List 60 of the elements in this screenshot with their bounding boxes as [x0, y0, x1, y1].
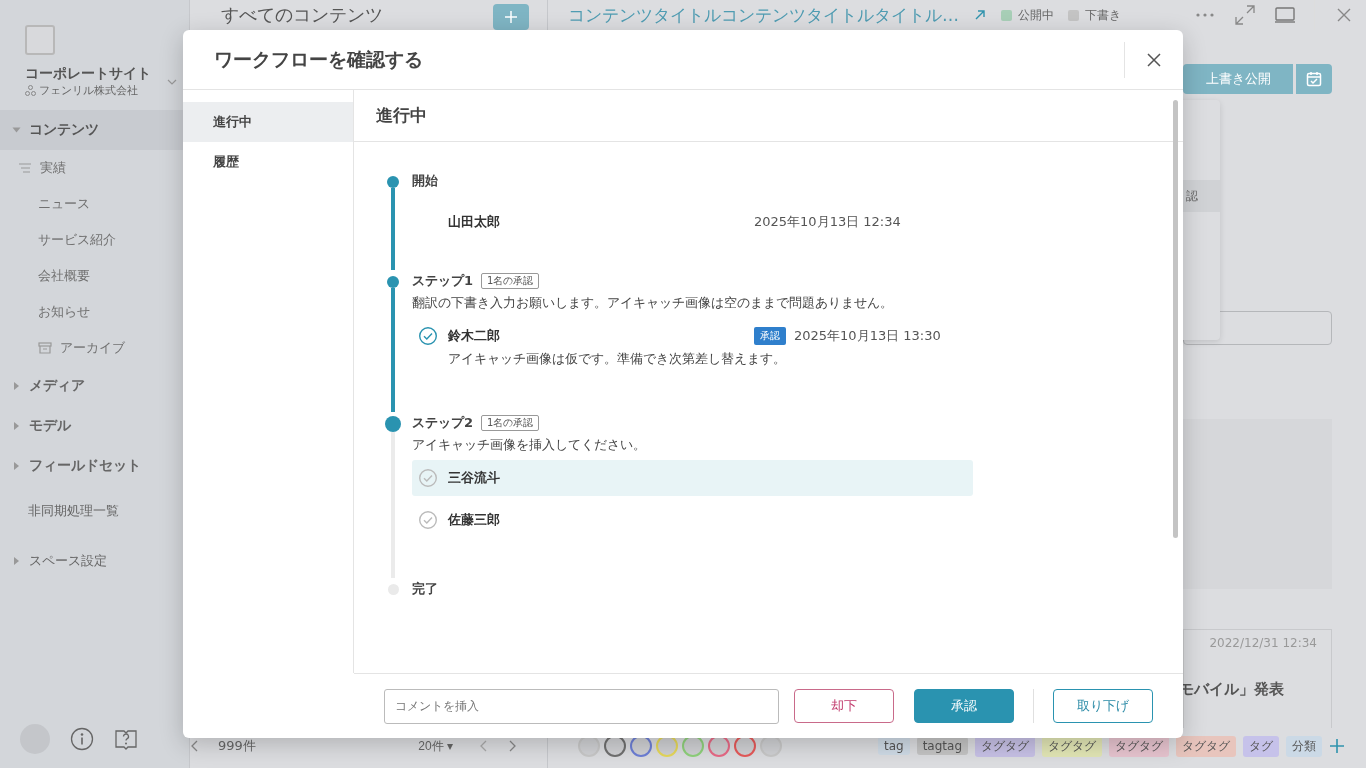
nav-item[interactable]: メディア: [0, 366, 189, 406]
help-book-icon[interactable]: [114, 727, 138, 751]
chevron-left-icon[interactable]: [479, 740, 489, 752]
step-label: ステップ1: [412, 272, 474, 290]
nav-item[interactable]: スペース設定: [0, 536, 189, 586]
expand-icon[interactable]: [1234, 4, 1256, 26]
step-label: ステップ2: [412, 414, 474, 432]
status-label: 公開中: [1018, 6, 1054, 24]
per-page-select[interactable]: 20件 ▾: [412, 736, 459, 756]
approver-comment: アイキャッチ画像は仮です。準備でき次第差し替えます。: [447, 350, 787, 368]
plus-icon[interactable]: [1329, 738, 1345, 754]
site-name[interactable]: コーポレートサイト: [25, 65, 159, 83]
add-button[interactable]: [493, 4, 529, 30]
reject-button[interactable]: 却下: [794, 689, 894, 723]
tab[interactable]: 進行中: [183, 102, 353, 142]
close-icon: [1147, 52, 1161, 67]
approver-name: 三谷流斗: [448, 469, 501, 487]
logo-placeholder: [25, 25, 55, 55]
schedule-button[interactable]: [1296, 64, 1332, 94]
approval-requirement: 1名の承認: [481, 415, 540, 431]
withdraw-button[interactable]: 取り下げ: [1053, 689, 1153, 723]
filter-icon: [18, 161, 32, 175]
tag: タグ: [1243, 735, 1279, 757]
approver-name: 山田太郎: [448, 213, 501, 231]
timestamp: 2025年10月13日 13:30: [794, 327, 941, 345]
step-note: 翻訳の下書き入力お願いします。アイキャッチ画像は空のままで問題ありません。: [412, 294, 894, 312]
scrollbar-thumb[interactable]: [1173, 100, 1178, 538]
publish-button[interactable]: 上書き公開: [1183, 64, 1293, 94]
step-label: 開始: [412, 172, 438, 190]
calendar-check-icon: [1306, 71, 1322, 87]
organization-name: フェンリル株式会社: [39, 83, 138, 98]
step-label: 完了: [412, 580, 438, 598]
organization-icon: [25, 85, 36, 96]
nav-item[interactable]: フィールドセット: [0, 446, 189, 486]
comment-field[interactable]: コメントを挿入: [384, 688, 779, 724]
dialog-title: ワークフローを確認する: [214, 46, 424, 72]
archive-icon: [38, 341, 52, 355]
nav-item[interactable]: 実績: [40, 159, 66, 177]
nav-item[interactable]: モデル: [0, 406, 189, 446]
status-badge: 承認: [754, 327, 786, 345]
info-icon[interactable]: [70, 727, 94, 751]
list-title: すべてのコンテンツ: [221, 4, 383, 26]
approval-requirement: 1名の承認: [481, 273, 540, 289]
plus-icon: [504, 10, 518, 24]
chevron-right-icon[interactable]: [507, 740, 517, 752]
approve-button[interactable]: 承認: [914, 689, 1014, 723]
monitor-icon[interactable]: [1274, 4, 1296, 26]
external-link-icon[interactable]: [973, 8, 987, 22]
step-note: アイキャッチ画像を挿入してください。: [412, 436, 647, 454]
approver-name: 佐藤三郎: [448, 511, 501, 529]
card-date: 2022/12/31 12:34: [1209, 636, 1317, 650]
status-label: 下書き: [1085, 6, 1121, 24]
approver-name: 鈴木二郎: [448, 327, 501, 345]
tag: 分類: [1286, 735, 1322, 757]
nav-item[interactable]: アーカイブ: [60, 339, 125, 357]
content-title: コンテンツタイトルコンテンツタイトルタイトル…: [568, 4, 959, 26]
chevron-left-icon[interactable]: [190, 740, 200, 752]
item-count: 999件: [218, 737, 256, 755]
timestamp: 2025年10月13日 12:34: [754, 213, 901, 231]
tag: タグタグ: [1176, 735, 1236, 757]
